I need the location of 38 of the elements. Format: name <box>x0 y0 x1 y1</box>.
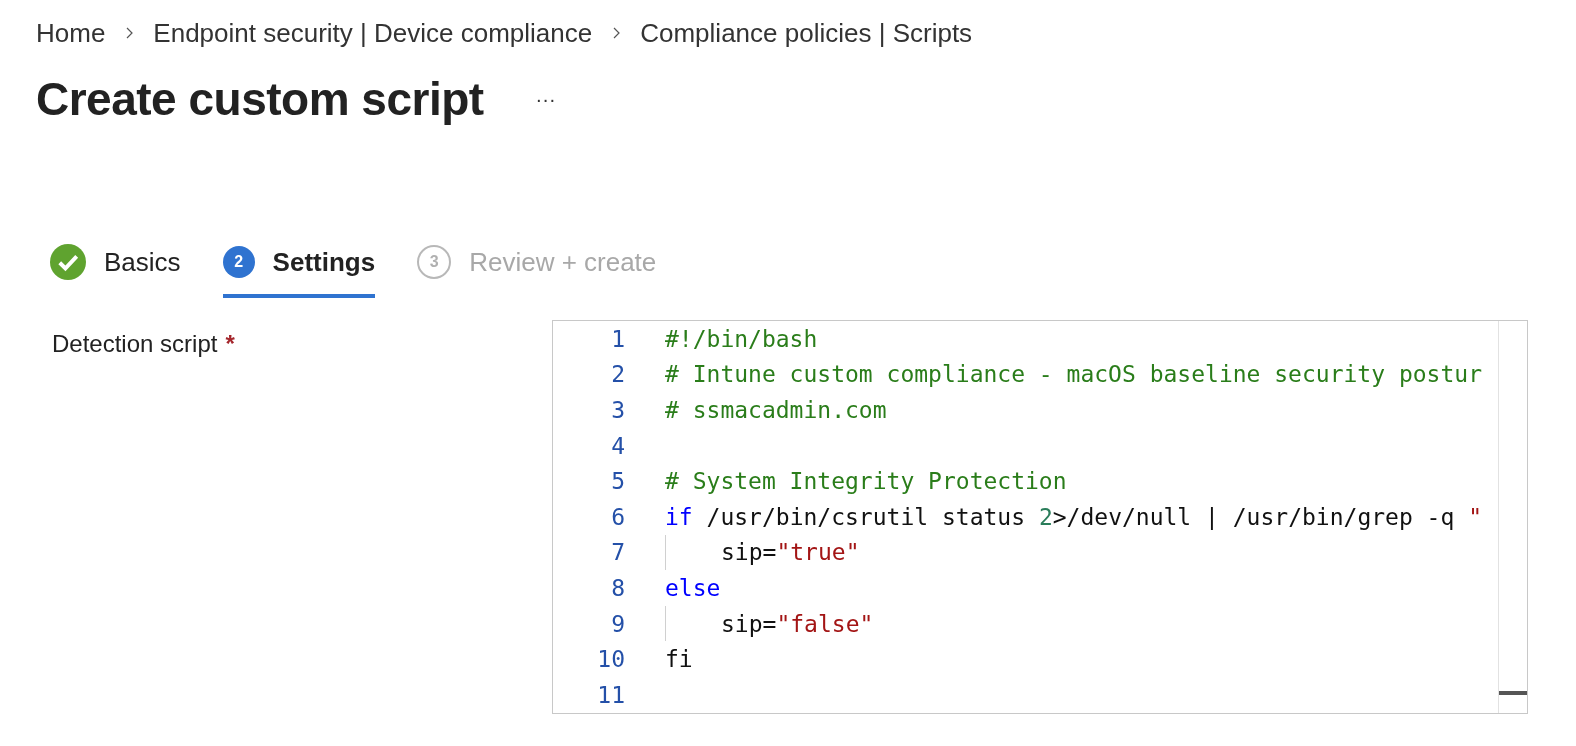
checkmark-circle-icon <box>50 244 86 280</box>
line-number: 6 <box>610 503 625 530</box>
code-line: fi <box>665 646 693 673</box>
breadcrumb-link[interactable]: Endpoint security | Device compliance <box>153 17 593 49</box>
indent-guide <box>665 534 666 571</box>
code-line: # Intune custom compliance - macOS baseline security postur <box>665 361 1482 388</box>
code-line: else <box>665 574 721 601</box>
code-line: sip="true" <box>721 539 860 566</box>
line-number: 5 <box>610 468 625 495</box>
more-button[interactable]: ··· <box>531 87 560 111</box>
chevron-right-icon <box>125 27 134 39</box>
code-line: if /usr/bin/csrutil status 2>/dev/null | /usr/bin/grep -q " <box>665 503 1483 530</box>
indent-guide <box>665 605 666 642</box>
code-line: sip="false" <box>721 610 874 637</box>
code-line: # ssmacadmin.com <box>665 397 887 423</box>
field-label: Detection script <box>52 330 218 358</box>
wizard-tab[interactable]: 2 Settings <box>222 236 376 298</box>
line-number: 7 <box>610 539 625 566</box>
chevron-right-icon <box>612 27 621 39</box>
scroll-indicator <box>1499 691 1527 695</box>
line-number: 10 <box>596 646 625 673</box>
code-line: # System Integrity Protection <box>665 468 1067 495</box>
breadcrumb-link[interactable]: Compliance policies | Scripts <box>640 17 973 49</box>
line-number: 3 <box>610 397 625 423</box>
line-number: 11 <box>596 681 625 708</box>
line-number: 9 <box>610 610 625 637</box>
code-line: #!/bin/bash <box>665 325 818 352</box>
step-number: 2 <box>222 246 255 278</box>
line-number: 4 <box>610 432 625 459</box>
line-number: 1 <box>610 325 625 352</box>
breadcrumb-link[interactable]: Home <box>36 17 106 49</box>
wizard-tab[interactable]: Basics <box>50 236 181 298</box>
required-mark: * <box>225 330 235 358</box>
step-number: 3 <box>417 245 452 279</box>
page-title: Create custom script <box>36 72 484 126</box>
code-editor[interactable] <box>552 320 1528 714</box>
line-number: 8 <box>610 574 625 601</box>
line-number: 2 <box>610 361 625 388</box>
